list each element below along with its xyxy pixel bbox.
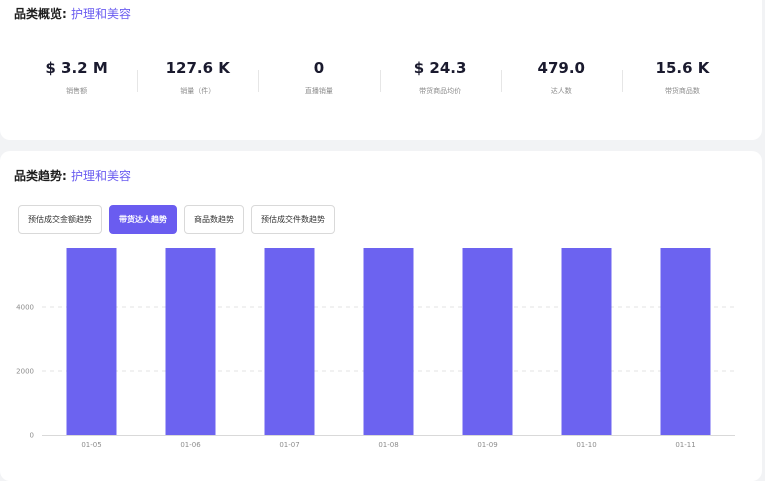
stat-label: 达人数 <box>550 87 572 95</box>
bar-01-10[interactable] <box>561 248 612 435</box>
overview-category-name: 护理和美容 <box>71 7 132 21</box>
overview-stats: $ 3.2 M 销售额 127.6 K 销量（件） 0 直播销量 $ 24.3 … <box>16 58 743 102</box>
tab-estimated-units-trend[interactable]: 预估成交件数趋势 <box>251 205 335 234</box>
tab-influencer-trend[interactable]: 带货达人趋势 <box>109 205 177 234</box>
stat-label: 直播销量 <box>304 87 333 95</box>
bar-01-08[interactable] <box>363 248 414 435</box>
stat-label: 带货商品数 <box>664 87 700 95</box>
x-tick-label: 01-09 <box>477 441 497 449</box>
trend-category-name: 护理和美容 <box>71 169 132 183</box>
stat-products: 15.6 K 带货商品数 <box>621 58 743 102</box>
stat-label: 销量（件） <box>180 87 216 95</box>
stat-live-sales: 0 直播销量 <box>258 58 379 102</box>
overview-title: 品类概览: 护理和美容 <box>14 5 131 22</box>
trend-title-prefix: 品类趋势: <box>14 169 67 183</box>
bar-01-06[interactable] <box>165 248 216 435</box>
stat-value: 0 <box>313 59 325 77</box>
x-tick-label: 01-10 <box>576 441 596 449</box>
x-tick-label: 01-06 <box>180 441 201 449</box>
influencer-trend-bar-chart: 020004000600001-0501-0601-0701-0801-0901… <box>16 248 735 449</box>
tab-estimated-gmv-trend[interactable]: 预估成交金额趋势 <box>18 205 102 234</box>
stat-value: $ 3.2 M <box>45 59 108 77</box>
y-tick-label: 2000 <box>16 368 34 376</box>
stat-avg-price: $ 24.3 带货商品均价 <box>379 58 501 102</box>
trend-title: 品类趋势: 护理和美容 <box>14 167 131 184</box>
bar-01-05[interactable] <box>66 248 117 435</box>
stat-label: 带货商品均价 <box>419 87 462 95</box>
stat-value: 479.0 <box>537 59 585 77</box>
overview-title-prefix: 品类概览: <box>14 7 67 21</box>
stat-label: 销售额 <box>66 87 88 95</box>
y-tick-label: 0 <box>30 432 34 440</box>
y-tick-label: 4000 <box>16 304 34 312</box>
x-tick-label: 01-08 <box>378 441 398 449</box>
stat-value: 15.6 K <box>655 59 710 77</box>
stat-sales: $ 3.2 M 销售额 <box>16 58 137 102</box>
category-overview-card: 品类概览: 护理和美容 $ 3.2 M 销售额 127.6 K 销量（件） 0 … <box>0 0 762 140</box>
stat-value: $ 24.3 <box>413 59 467 77</box>
x-tick-label: 01-05 <box>81 441 101 449</box>
stat-value: 127.6 K <box>165 59 230 77</box>
bar-01-11[interactable] <box>660 248 711 435</box>
x-tick-label: 01-07 <box>279 441 299 449</box>
bar-01-07[interactable] <box>264 248 315 435</box>
bar-01-09[interactable] <box>462 248 513 435</box>
stat-units: 127.6 K 销量（件） <box>137 58 258 102</box>
stat-influencers: 479.0 达人数 <box>500 58 622 102</box>
trend-tabs: 预估成交金额趋势 带货达人趋势 商品数趋势 预估成交件数趋势 <box>18 205 335 234</box>
x-tick-label: 01-11 <box>675 441 695 449</box>
tab-product-count-trend[interactable]: 商品数趋势 <box>184 205 244 234</box>
